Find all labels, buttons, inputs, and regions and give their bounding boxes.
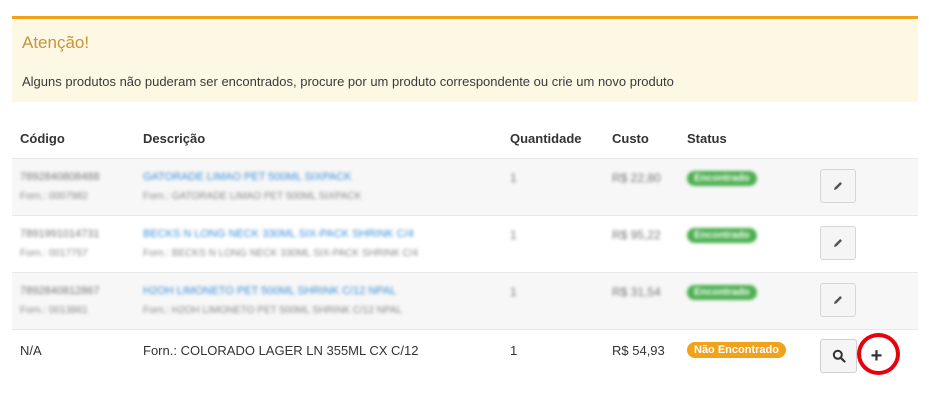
supplier-description: Forn.: GATORADE LIMAO PET 500ML SIXPACK (143, 191, 362, 202)
supplier-description: Forn.: BECKS N LONG NECK 330ML SIX-PACK … (143, 248, 419, 259)
column-header-code: Código (20, 131, 65, 146)
edit-button[interactable] (820, 226, 856, 260)
cost: R$ 22,80 (612, 171, 661, 185)
supplier-code: Forn.: 0007982 (20, 191, 88, 202)
status-badge: Encontrado (687, 171, 757, 186)
product-description-link[interactable]: H2OH LIMONETO PET 500ML SHRINK C/12 NPAL (143, 285, 396, 297)
quantity: 1 (510, 171, 517, 185)
pencil-icon (834, 239, 842, 247)
quantity: 1 (510, 228, 517, 242)
supplier-code: Forn.: 0013861 (20, 305, 88, 316)
alert-title: Atenção! (22, 33, 90, 52)
column-header-quantity: Quantidade (510, 131, 582, 146)
search-icon (832, 349, 846, 363)
product-code: 7891991014731 (20, 228, 100, 240)
alert-message: Alguns produtos não puderam ser encontra… (22, 74, 674, 89)
quantity: 1 (510, 343, 518, 358)
column-header-status: Status (687, 131, 727, 146)
supplier-description: Forn.: COLORADO LAGER LN 355ML CX C/12 (143, 343, 419, 358)
warning-alert: Atenção! Alguns produtos não puderam ser… (12, 16, 918, 102)
edit-button[interactable] (820, 283, 856, 317)
product-code: 7892840812867 (20, 285, 100, 297)
status-badge: Não Encontrado (687, 342, 786, 358)
status-badge: Encontrado (687, 228, 757, 243)
pencil-icon (834, 182, 842, 190)
product-description-link[interactable]: GATORADE LIMAO PET 500ML SIXPACK (143, 171, 351, 183)
add-product-button[interactable]: + (858, 339, 895, 373)
table-row: 7891991014731 Forn.: 0017757 BECKS N LON… (12, 215, 918, 272)
table-row: 7892840808488 Forn.: 0007982 GATORADE LI… (12, 158, 918, 215)
cost: R$ 31,54 (612, 285, 661, 299)
edit-button[interactable] (820, 169, 856, 203)
quantity: 1 (510, 285, 517, 299)
product-code: N/A (20, 343, 42, 358)
product-code: 7892840808488 (20, 171, 100, 183)
pencil-icon (834, 296, 842, 304)
column-header-cost: Custo (612, 131, 649, 146)
cost: R$ 54,93 (612, 343, 665, 358)
cost: R$ 95,22 (612, 228, 661, 242)
product-description-link[interactable]: BECKS N LONG NECK 330ML SIX-PACK SHRINK … (143, 228, 414, 240)
supplier-description: Forn.: H2OH LIMONETO PET 500ML SHRINK C/… (143, 305, 403, 316)
table-row-not-found: N/A Forn.: COLORADO LAGER LN 355ML CX C/… (12, 329, 918, 379)
column-header-description: Descrição (143, 131, 206, 146)
status-badge: Encontrado (687, 285, 757, 300)
plus-icon: + (870, 345, 883, 367)
search-product-button[interactable] (820, 339, 857, 373)
supplier-code: Forn.: 0017757 (20, 248, 88, 259)
table-row: 7892840812867 Forn.: 0013861 H2OH LIMONE… (12, 272, 918, 329)
